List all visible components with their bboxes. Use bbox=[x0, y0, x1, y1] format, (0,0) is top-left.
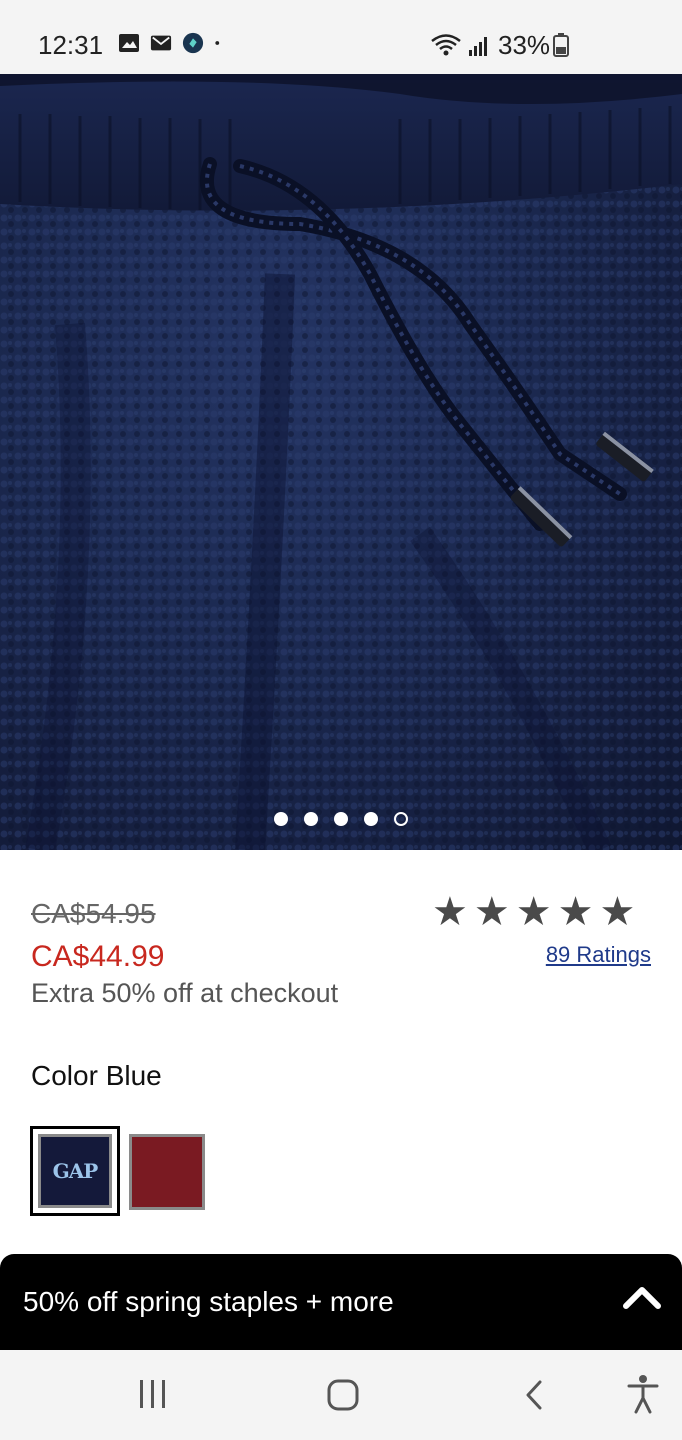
star-icon: ★ bbox=[432, 890, 468, 934]
carousel-dot[interactable] bbox=[364, 812, 378, 826]
wifi-icon bbox=[431, 34, 461, 56]
swatch-logo: GAP bbox=[52, 1159, 99, 1183]
chevron-up-icon[interactable] bbox=[622, 1282, 662, 1310]
notification-icons bbox=[118, 32, 226, 54]
battery-percent: 33% bbox=[498, 30, 551, 60]
star-icon: ★ bbox=[473, 890, 510, 934]
star-icon: ★ bbox=[557, 890, 594, 934]
dot-icon bbox=[215, 41, 220, 45]
color-label: Color Blue bbox=[31, 1060, 162, 1091]
checkout-promo: Extra 50% off at checkout bbox=[31, 978, 339, 1008]
recent-apps-icon[interactable] bbox=[138, 1378, 168, 1410]
carousel-indicators bbox=[0, 812, 682, 826]
battery-icon bbox=[553, 33, 569, 57]
star-rating[interactable]: ★ ★ ★ ★ ★ bbox=[432, 892, 635, 932]
ratings-link[interactable]: 89 Ratings bbox=[546, 942, 651, 968]
sweatpants-illustration bbox=[0, 74, 682, 850]
home-icon[interactable] bbox=[326, 1378, 360, 1412]
mail-icon bbox=[150, 35, 172, 51]
app-icon bbox=[182, 32, 204, 54]
gallery-icon bbox=[119, 34, 139, 52]
product-image[interactable] bbox=[0, 74, 682, 850]
swatch-red[interactable] bbox=[129, 1134, 205, 1210]
promo-banner[interactable]: 50% off spring staples + more bbox=[0, 1254, 682, 1350]
accessibility-icon[interactable] bbox=[626, 1374, 660, 1414]
status-bar: 12:31 33% bbox=[0, 0, 682, 74]
swatch-blue[interactable]: GAP bbox=[30, 1126, 120, 1216]
carousel-dot[interactable] bbox=[274, 812, 288, 826]
star-icon: ★ bbox=[515, 890, 552, 934]
sale-price: CA$44.99 bbox=[31, 940, 165, 973]
status-time: 12:31 bbox=[38, 30, 104, 60]
swatch-blue-image: GAP bbox=[38, 1134, 112, 1208]
star-icon: ★ bbox=[599, 890, 636, 934]
promo-banner-text: 50% off spring staples + more bbox=[23, 1286, 394, 1317]
original-price: CA$54.95 bbox=[31, 898, 156, 929]
back-icon[interactable] bbox=[522, 1378, 546, 1412]
carousel-dot[interactable] bbox=[304, 812, 318, 826]
system-nav-bar bbox=[0, 1350, 682, 1440]
signal-icon bbox=[469, 37, 487, 56]
carousel-dot[interactable] bbox=[334, 812, 348, 826]
connectivity-icons bbox=[430, 33, 490, 57]
carousel-dot-active[interactable] bbox=[394, 812, 408, 826]
